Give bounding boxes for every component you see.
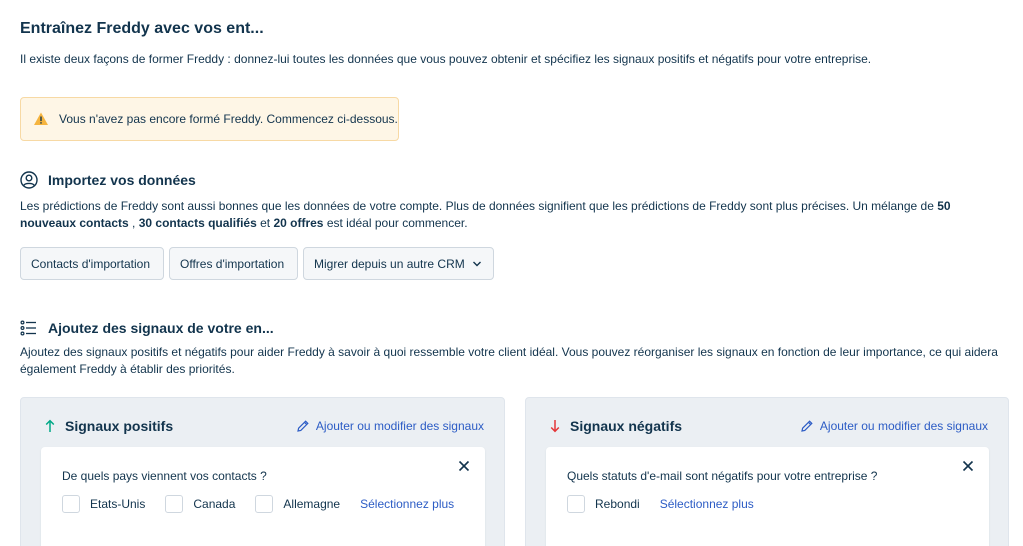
signal-question: De quels pays viennent vos contacts ? <box>62 469 267 483</box>
intro-text: Il existe deux façons de former Freddy :… <box>20 52 872 66</box>
import-deals-button[interactable]: Offres d'importation <box>169 247 298 280</box>
option-label: Allemagne <box>283 497 341 511</box>
edit-positive-signals-label: Ajouter ou modifier des signaux <box>315 419 484 433</box>
user-circle-icon <box>20 171 38 189</box>
signal-question: Quels statuts d'e-mail sont négatifs pou… <box>567 469 878 483</box>
edit-negative-signals-label: Ajouter ou modifier des signaux <box>819 419 988 433</box>
import-section-title: Importez vos données <box>48 172 196 188</box>
option-canada[interactable]: Canada <box>165 495 235 513</box>
close-icon[interactable] <box>457 459 471 473</box>
import-contacts-button[interactable]: Contacts d'importation <box>20 247 164 280</box>
close-icon[interactable] <box>961 459 975 473</box>
negative-signal-card: Quels statuts d'e-mail sont négatifs pou… <box>546 447 989 546</box>
negative-signals-title: Signaux négatifs <box>570 418 683 434</box>
option-bounced[interactable]: Rebondi <box>567 495 640 513</box>
warning-banner: Vous n'avez pas encore formé Freddy. Com… <box>20 97 399 141</box>
arrow-up-icon <box>45 419 55 433</box>
option-label: Etats-Unis <box>90 497 146 511</box>
migrate-crm-button[interactable]: Migrer depuis un autre CRM <box>303 247 494 280</box>
option-label: Rebondi <box>595 497 640 511</box>
checkbox[interactable] <box>255 495 274 513</box>
edit-negative-signals-link[interactable]: Ajouter ou modifier des signaux <box>800 419 988 433</box>
positive-signal-card: De quels pays viennent vos contacts ? Et… <box>41 447 485 546</box>
negative-signals-panel: Signaux négatifs Ajouter ou modifier des… <box>525 397 1009 546</box>
option-united-states[interactable]: Etats-Unis <box>62 495 145 513</box>
warning-text: Vous n'avez pas encore formé Freddy. Com… <box>59 112 398 126</box>
migrate-crm-label: Migrer depuis un autre CRM <box>314 256 465 271</box>
pencil-icon <box>800 419 814 433</box>
checkbox[interactable] <box>62 495 80 513</box>
checkbox[interactable] <box>567 495 585 513</box>
positive-signals-title: Signaux positifs <box>65 418 174 434</box>
edit-positive-signals-link[interactable]: Ajouter ou modifier des signaux <box>296 419 484 433</box>
checkbox[interactable] <box>165 495 184 513</box>
signals-description: Ajoutez des signaux positifs et négatifs… <box>20 345 998 376</box>
pencil-icon <box>296 419 310 433</box>
select-more-link[interactable]: Sélectionnez plus <box>360 497 454 511</box>
chevron-down-icon <box>472 259 482 269</box>
import-section-header: Importez vos données <box>20 171 196 189</box>
signals-section-title: Ajoutez des signaux de votre en... <box>48 320 274 336</box>
select-more-link[interactable]: Sélectionnez plus <box>660 497 754 511</box>
list-icon <box>20 319 38 337</box>
page-title: Entraînez Freddy avec vos ent... <box>20 20 264 37</box>
warning-triangle-icon <box>33 111 49 127</box>
arrow-down-icon <box>550 419 560 433</box>
option-label: Canada <box>193 497 236 511</box>
option-germany[interactable]: Allemagne <box>255 495 340 513</box>
import-description: Les prédictions de Freddy sont aussi bon… <box>20 199 951 230</box>
signals-section-header: Ajoutez des signaux de votre en... <box>20 319 274 337</box>
positive-signals-panel: Signaux positifs Ajouter ou modifier des… <box>20 397 505 546</box>
